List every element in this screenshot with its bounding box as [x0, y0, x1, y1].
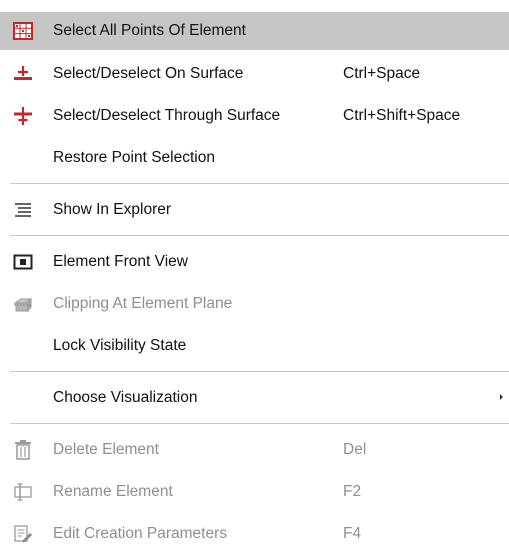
menu-item-label: Restore Point Selection — [53, 149, 215, 166]
menu-item-show-in-explorer[interactable]: Show In Explorer — [0, 191, 509, 229]
menu-item-label: Choose Visualization — [53, 389, 198, 406]
list-icon — [13, 200, 33, 220]
menu-item-shortcut: Ctrl+Shift+Space — [343, 107, 461, 124]
menu-item-select-all-points[interactable]: Select All Points Of Element — [0, 12, 509, 50]
select-surface-icon — [13, 64, 33, 84]
edit-parameters-icon — [13, 524, 33, 544]
context-menu: Select All Points Of Element Select/Dese… — [0, 0, 509, 549]
menu-item-label: Edit Creation Parameters — [53, 525, 228, 542]
menu-item-shortcut: Ctrl+Space — [343, 65, 421, 82]
submenu-arrow-icon — [500, 394, 503, 400]
clipping-icon — [13, 294, 33, 314]
menu-item-select-on-surface[interactable]: Select/Deselect On Surface Ctrl+Space — [0, 55, 509, 93]
menu-item-choose-visualization[interactable]: Choose Visualization — [0, 379, 509, 417]
menu-item-lock-visibility-state[interactable]: Lock Visibility State — [0, 327, 509, 365]
front-view-icon — [13, 252, 33, 272]
menu-item-label: Element Front View — [53, 253, 188, 270]
menu-item-element-front-view[interactable]: Element Front View — [0, 243, 509, 281]
menu-separator — [10, 183, 509, 184]
menu-item-label: Rename Element — [53, 483, 173, 500]
menu-item-select-through-surface[interactable]: Select/Deselect Through Surface Ctrl+Shi… — [0, 97, 509, 135]
menu-item-label: Clipping At Element Plane — [53, 295, 233, 312]
menu-item-shortcut: Del — [343, 441, 367, 458]
menu-item-edit-creation-parameters[interactable]: Edit Creation Parameters F4 — [0, 515, 509, 553]
menu-item-rename-element[interactable]: Rename Element F2 — [0, 473, 509, 511]
menu-item-label: Select/Deselect Through Surface — [53, 107, 281, 124]
menu-item-label: Lock Visibility State — [53, 337, 187, 354]
menu-item-clipping-at-element-plane[interactable]: Clipping At Element Plane — [0, 285, 509, 323]
grid-points-icon — [13, 21, 33, 41]
menu-item-label: Select All Points Of Element — [53, 22, 246, 39]
trash-icon — [13, 440, 33, 460]
menu-item-delete-element[interactable]: Delete Element Del — [0, 431, 509, 469]
menu-separator — [10, 423, 509, 424]
menu-item-shortcut: F2 — [343, 483, 362, 500]
menu-item-label: Select/Deselect On Surface — [53, 65, 244, 82]
menu-item-label: Show In Explorer — [53, 201, 172, 218]
rename-icon — [13, 482, 33, 502]
menu-item-shortcut: F4 — [343, 525, 362, 542]
menu-separator — [10, 371, 509, 372]
menu-separator — [10, 235, 509, 236]
select-through-icon — [13, 106, 33, 126]
menu-item-restore-point-selection[interactable]: Restore Point Selection — [0, 139, 509, 177]
menu-item-label: Delete Element — [53, 441, 159, 458]
